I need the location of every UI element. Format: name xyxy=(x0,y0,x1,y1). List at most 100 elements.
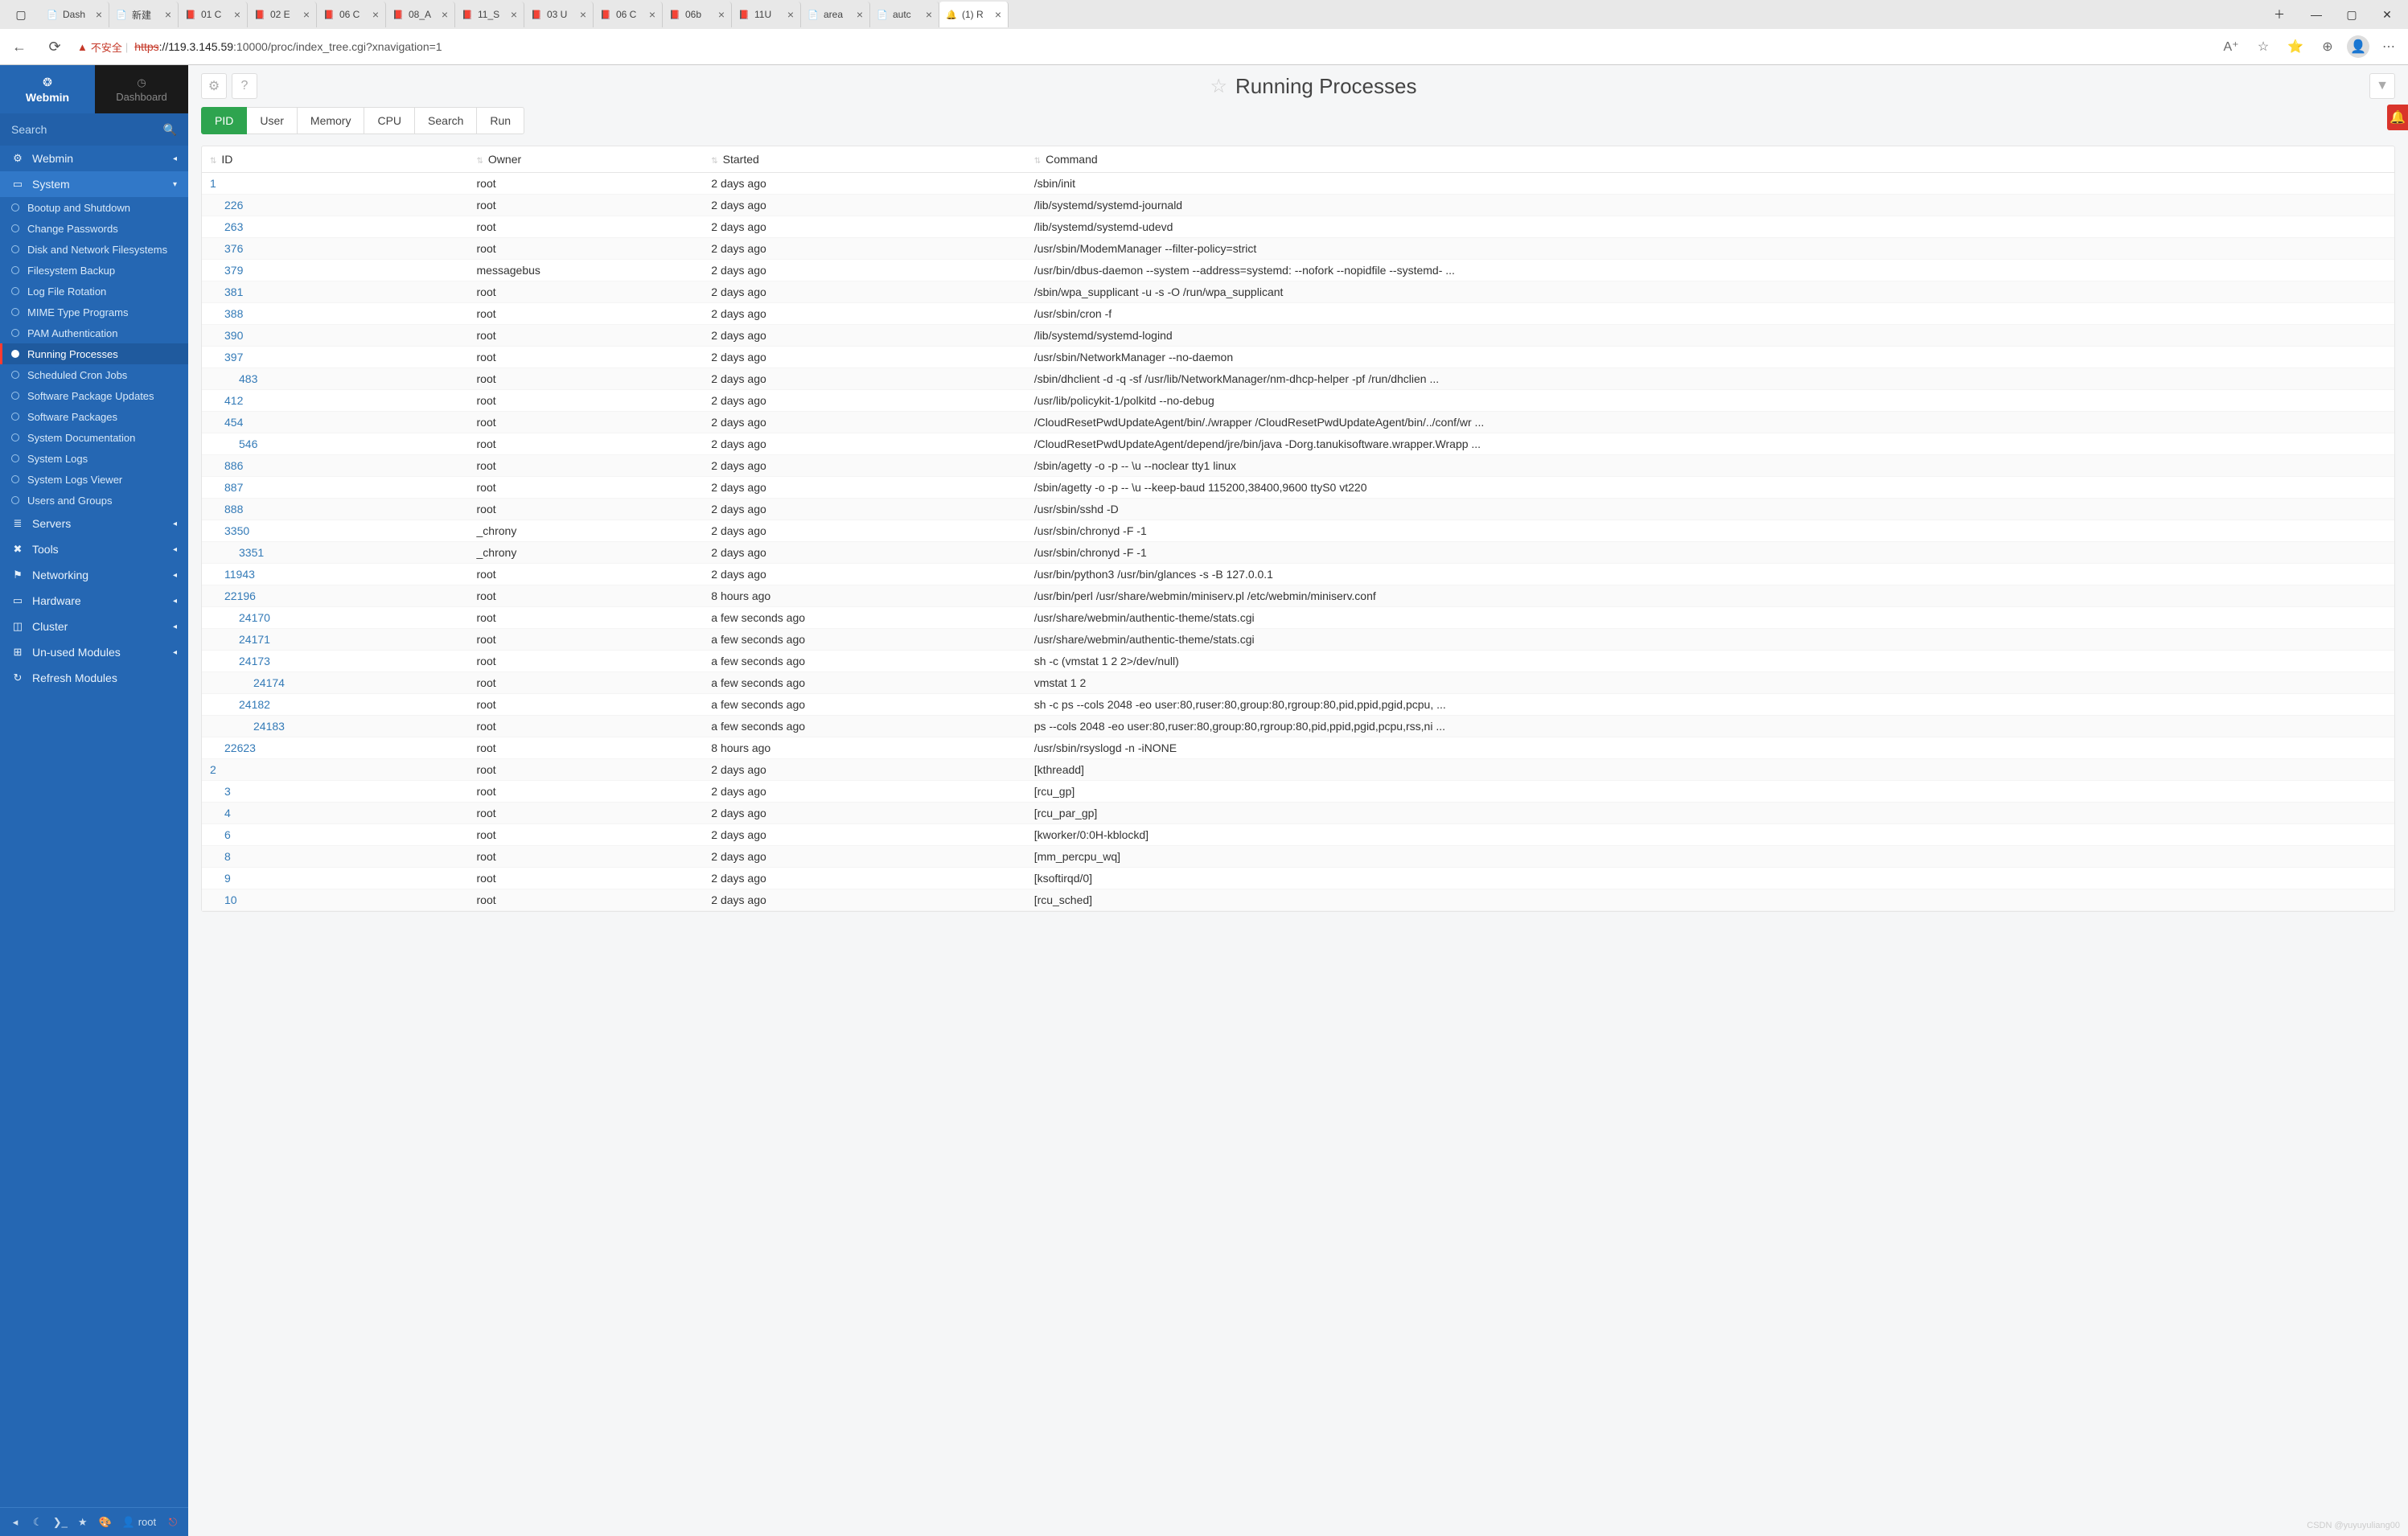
back-button[interactable]: ← xyxy=(6,34,32,60)
pid-link[interactable]: 24182 xyxy=(210,698,270,711)
close-icon[interactable]: × xyxy=(234,8,240,21)
pid-link[interactable]: 24170 xyxy=(210,611,270,624)
sidebar-item[interactable]: Filesystem Backup xyxy=(0,260,188,281)
sidebar-item[interactable]: System Documentation xyxy=(0,427,188,448)
process-tab[interactable]: Search xyxy=(414,107,477,134)
close-icon[interactable]: × xyxy=(926,8,932,21)
sidebar-item[interactable]: Users and Groups xyxy=(0,490,188,511)
pid-link[interactable]: 388 xyxy=(210,307,243,320)
collections-icon[interactable]: ⊕ xyxy=(2315,34,2340,60)
pid-link[interactable]: 3351 xyxy=(210,546,264,559)
process-tab[interactable]: Memory xyxy=(297,107,365,134)
dashboard-tab[interactable]: ◷ Dashboard xyxy=(95,65,188,113)
favorites-button[interactable]: ★ xyxy=(72,1511,93,1534)
module-config-button[interactable]: ⚙ xyxy=(201,73,227,99)
browser-tab[interactable]: 📕03 U× xyxy=(524,2,594,27)
star-icon[interactable]: ☆ xyxy=(1210,75,1228,98)
browser-tab[interactable]: 📄autc× xyxy=(870,2,939,27)
column-header[interactable]: ⇅Command xyxy=(1026,146,2394,173)
pid-link[interactable]: 1 xyxy=(210,177,216,190)
browser-tab[interactable]: 📕06b× xyxy=(663,2,732,27)
column-header[interactable]: ⇅Owner xyxy=(469,146,704,173)
sidebar-category[interactable]: ▭Hardware◂ xyxy=(0,588,188,614)
pid-link[interactable]: 226 xyxy=(210,199,243,212)
favorite-icon[interactable]: ☆ xyxy=(2250,34,2276,60)
browser-tab[interactable]: 📄新建× xyxy=(109,2,179,27)
browser-tab[interactable]: 📄Dash× xyxy=(40,2,109,27)
filter-button[interactable]: ▼ xyxy=(2369,73,2395,99)
pid-link[interactable]: 483 xyxy=(210,372,257,385)
pid-link[interactable]: 888 xyxy=(210,503,243,515)
sidebar-item[interactable]: Software Package Updates xyxy=(0,385,188,406)
minimize-button[interactable]: — xyxy=(2299,2,2334,27)
close-icon[interactable]: × xyxy=(649,8,655,21)
close-icon[interactable]: × xyxy=(372,8,379,21)
pid-link[interactable]: 390 xyxy=(210,329,243,342)
pid-link[interactable]: 22196 xyxy=(210,589,256,602)
close-window-button[interactable]: ✕ xyxy=(2369,2,2405,27)
close-icon[interactable]: × xyxy=(303,8,310,21)
pid-link[interactable]: 11943 xyxy=(210,568,255,581)
browser-tab[interactable]: 📕11U× xyxy=(732,2,801,27)
user-button[interactable]: 👤 root xyxy=(117,1516,162,1529)
pid-link[interactable]: 263 xyxy=(210,220,243,233)
maximize-button[interactable]: ▢ xyxy=(2334,2,2369,27)
sidebar-item[interactable]: Bootup and Shutdown xyxy=(0,197,188,218)
read-aloud-icon[interactable]: A⁺ xyxy=(2218,34,2244,60)
pid-link[interactable]: 397 xyxy=(210,351,243,363)
browser-tab[interactable]: 📕08_A× xyxy=(386,2,455,27)
sidebar-item[interactable]: System Logs Viewer xyxy=(0,469,188,490)
pid-link[interactable]: 8 xyxy=(210,850,231,863)
sidebar-category[interactable]: ◫Cluster◂ xyxy=(0,614,188,639)
pid-link[interactable]: 376 xyxy=(210,242,243,255)
pid-link[interactable]: 454 xyxy=(210,416,243,429)
sidebar-category[interactable]: ✖Tools◂ xyxy=(0,536,188,562)
pid-link[interactable]: 886 xyxy=(210,459,243,472)
sidebar-category[interactable]: ⚙Webmin◂ xyxy=(0,146,188,171)
pid-link[interactable]: 24173 xyxy=(210,655,270,667)
sidebar-item[interactable]: Software Packages xyxy=(0,406,188,427)
pid-link[interactable]: 546 xyxy=(210,437,257,450)
sidebar-category[interactable]: ⚑Networking◂ xyxy=(0,562,188,588)
pid-link[interactable]: 379 xyxy=(210,264,243,277)
process-tab[interactable]: User xyxy=(246,107,298,134)
pid-link[interactable]: 3 xyxy=(210,785,231,798)
pid-link[interactable]: 887 xyxy=(210,481,243,494)
terminal-button[interactable]: ❯_ xyxy=(50,1511,71,1534)
browser-tab[interactable]: 📕11_S× xyxy=(455,2,524,27)
collapse-sidebar-button[interactable]: ◂ xyxy=(5,1511,26,1534)
pid-link[interactable]: 24183 xyxy=(210,720,285,733)
night-mode-button[interactable]: ☾ xyxy=(27,1511,48,1534)
reload-button[interactable]: ⟳ xyxy=(42,34,68,60)
sidebar-category[interactable]: ≣Servers◂ xyxy=(0,511,188,536)
close-icon[interactable]: × xyxy=(580,8,586,21)
sidebar-item[interactable]: PAM Authentication xyxy=(0,322,188,343)
browser-tab[interactable]: 📕06 C× xyxy=(317,2,386,27)
sidebar-category[interactable]: ⊞Un-used Modules◂ xyxy=(0,639,188,665)
search-icon[interactable]: 🔍 xyxy=(163,123,177,137)
process-tab[interactable]: CPU xyxy=(364,107,415,134)
pid-link[interactable]: 9 xyxy=(210,872,231,885)
pid-link[interactable]: 2 xyxy=(210,763,216,776)
sidebar-category[interactable]: ↻Refresh Modules xyxy=(0,665,188,691)
pid-link[interactable]: 3350 xyxy=(210,524,249,537)
search-input[interactable] xyxy=(11,123,163,136)
process-tab[interactable]: Run xyxy=(476,107,524,134)
help-button[interactable]: ? xyxy=(232,73,257,99)
profile-avatar[interactable]: 👤 xyxy=(2347,35,2369,58)
close-icon[interactable]: × xyxy=(96,8,102,21)
sidebar-category[interactable]: ▭System▾ xyxy=(0,171,188,197)
more-icon[interactable]: ⋯ xyxy=(2376,34,2402,60)
close-icon[interactable]: × xyxy=(165,8,171,21)
notification-tab[interactable]: 🔔 xyxy=(2387,105,2408,130)
url-input[interactable]: ▲ 不安全 | https://119.3.145.59:10000/proc/… xyxy=(77,34,2209,60)
browser-tab[interactable]: 📄area× xyxy=(801,2,870,27)
favorites-bar-icon[interactable]: ⭐ xyxy=(2283,34,2308,60)
browser-tab[interactable]: 📕06 C× xyxy=(594,2,663,27)
close-icon[interactable]: × xyxy=(718,8,725,21)
pid-link[interactable]: 10 xyxy=(210,893,237,906)
sidebar-item[interactable]: MIME Type Programs xyxy=(0,302,188,322)
pid-link[interactable]: 24174 xyxy=(210,676,285,689)
close-icon[interactable]: × xyxy=(857,8,863,21)
pid-link[interactable]: 381 xyxy=(210,285,243,298)
